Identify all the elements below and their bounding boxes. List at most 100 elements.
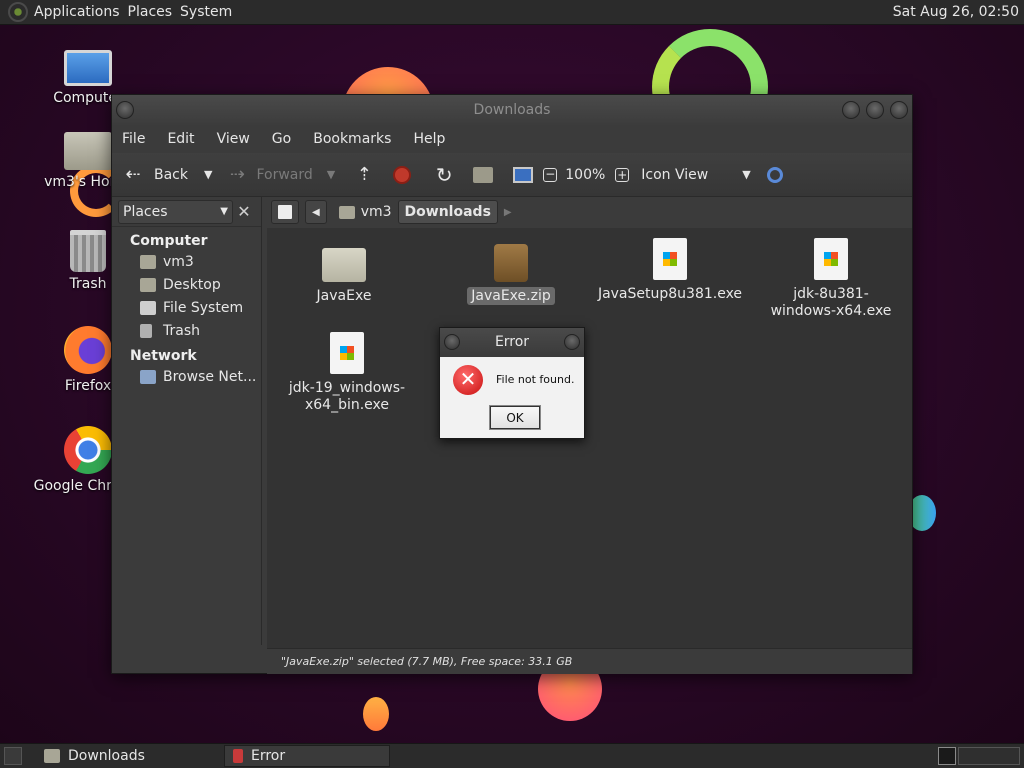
window-menu-button[interactable] [116,101,134,119]
sidebar-section-network: Network [130,348,197,364]
location-toggle-button[interactable] [271,200,299,224]
breadcrumb-downloads[interactable]: Downloads [397,200,498,224]
dialog-close-button[interactable] [564,334,580,350]
taskbar-item-label: Error [251,748,286,764]
home-icon [473,166,494,183]
forward-history-dropdown-icon[interactable]: ▼ [327,168,335,181]
menu-bookmarks[interactable]: Bookmarks [313,131,391,147]
breadcrumb-vm3[interactable]: vm3 [333,200,398,224]
menu-file[interactable]: File [122,131,145,147]
window-title: Downloads [473,102,551,118]
path-scroll-left-button[interactable]: ◀ [305,200,327,224]
home-button[interactable] [473,158,494,192]
stop-button[interactable] [393,158,412,192]
file-item-javaexe[interactable]: JavaExe [264,238,424,305]
search-icon [766,166,783,183]
forward-label: Forward [256,166,313,183]
file-name: JavaExe.zip [467,287,555,305]
firefox-icon [64,326,112,374]
sidebar-places-label: Places [123,203,168,220]
trash-icon [140,323,152,338]
computer-icon [513,166,534,183]
toolbar: ⇠ Back ▼ ⇢ Forward ▼ ⇡ ↻ − 100% + Icon V… [112,153,912,197]
taskbar-item-label: Downloads [68,748,145,764]
menu-go[interactable]: Go [272,131,291,147]
top-panel: Applications Places System Sat Aug 26, 0… [0,0,1024,25]
home-folder-icon [338,205,355,219]
menu-view[interactable]: View [217,131,250,147]
file-name: jdk-19_windows-x64_bin.exe [288,380,406,413]
desktop-folder-icon [140,277,156,292]
file-item-javaexe-zip[interactable]: JavaExe.zip [431,238,591,305]
dialog-menu-button[interactable] [444,334,460,350]
back-history-dropdown-icon[interactable]: ▼ [204,168,212,181]
sidebar-item-label: File System [163,299,244,316]
file-item-jdk8[interactable]: jdk-8u381-windows-x64.exe [751,238,911,320]
system-menu[interactable]: System [180,4,240,20]
home-folder-icon [64,132,112,170]
workspace-switcher[interactable] [958,747,1020,765]
minimize-button[interactable] [842,101,860,119]
file-view[interactable]: JavaExe JavaExe.zip JavaSetup8u381.exe j… [267,228,912,648]
sidebar-item-label: Browse Net... [163,368,257,385]
ok-button[interactable]: OK [489,405,541,430]
menu-edit[interactable]: Edit [167,131,194,147]
chevron-down-icon: ▼ [742,168,751,181]
computer-button[interactable] [513,158,534,192]
chevron-down-icon: ▼ [220,206,228,217]
sidebar-item-label: Trash [163,322,200,339]
path-scroll-right-button[interactable]: ▶ [498,200,518,224]
reload-button[interactable]: ↻ [433,158,455,192]
forward-button[interactable]: ⇢ Forward ▼ [226,158,343,192]
taskbar-item-error[interactable]: Error [224,745,390,767]
zoom-out-icon: − [543,166,558,182]
close-button[interactable] [890,101,908,119]
workspace-indicator[interactable] [938,747,956,765]
file-item-jdk19[interactable]: jdk-19_windows-x64_bin.exe [272,332,422,414]
sidebar-places-select[interactable]: Places ▼ [118,199,233,224]
edit-location-icon [278,205,292,219]
maximize-button[interactable] [866,101,884,119]
sidebar-item-desktop[interactable]: Desktop [112,273,261,296]
zoom-level: 100% [565,166,606,183]
wallpaper-shape [363,697,389,731]
error-icon [233,749,243,763]
file-item-javasetup[interactable]: JavaSetup8u381.exe [590,238,750,303]
back-label: Back [154,166,188,183]
taskbar-item-downloads[interactable]: Downloads [36,745,202,767]
chrome-icon [64,426,112,474]
folder-icon [44,749,60,763]
sidebar-item-vm3[interactable]: vm3 [112,250,261,273]
executable-icon [653,238,687,280]
trash-icon [70,230,106,272]
folder-icon [322,248,366,282]
sidebar-item-label: Desktop [163,276,221,293]
sidebar-item-trash[interactable]: Trash [112,319,261,342]
up-button[interactable]: ⇡ [353,158,375,192]
sidebar-close-icon[interactable]: ✕ [233,202,255,221]
executable-icon [814,238,848,280]
clock[interactable]: Sat Aug 26, 02:50 [893,0,1019,25]
reload-icon: ↻ [435,162,453,187]
sidebar-item-file-system[interactable]: File System [112,296,261,319]
sidebar-item-browse-network[interactable]: Browse Net... [112,365,261,388]
places-menu[interactable]: Places [128,4,181,20]
sidebar: Places ▼ ✕ Computer vm3 Desktop File Sys… [112,197,262,645]
dialog-title: Error [494,334,530,350]
applications-menu[interactable]: Applications [34,4,128,20]
search-button[interactable] [766,158,783,192]
network-icon [140,369,156,384]
back-arrow-icon: ⇠ [125,164,141,185]
file-name: JavaExe [316,288,372,304]
menu-help[interactable]: Help [413,131,445,147]
show-desktop-button[interactable] [4,747,22,765]
view-mode-select[interactable]: Icon View ▼ [641,158,758,192]
zoom-out-button[interactable]: − [543,158,558,192]
dialog-titlebar[interactable]: Error [440,328,584,357]
menu-logo-icon[interactable] [8,2,28,22]
home-folder-icon [140,254,156,269]
zoom-in-button[interactable]: + [615,158,630,192]
error-dialog: Error ✕ File not found. OK [439,327,585,439]
back-button[interactable]: ⇠ Back ▼ [122,158,220,192]
window-titlebar[interactable]: Downloads [112,95,912,125]
